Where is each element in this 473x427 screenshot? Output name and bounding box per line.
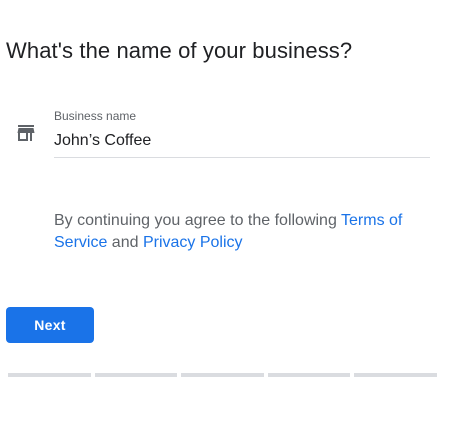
business-name-input[interactable] bbox=[54, 132, 424, 150]
next-button[interactable]: Next bbox=[6, 307, 94, 343]
business-name-field[interactable]: Business name bbox=[54, 106, 430, 158]
business-name-label: Business name bbox=[54, 109, 137, 123]
terms-prefix: By continuing you agree to the following bbox=[54, 212, 342, 229]
terms-notice: By continuing you agree to the following… bbox=[54, 210, 424, 254]
progress-segment bbox=[267, 373, 351, 377]
progress-segment bbox=[181, 373, 264, 377]
progress-segment bbox=[8, 373, 91, 377]
terms-connector: and bbox=[107, 234, 143, 251]
store-icon bbox=[17, 124, 37, 144]
progress-indicator bbox=[8, 373, 437, 377]
progress-segment bbox=[354, 373, 437, 377]
progress-segment bbox=[94, 373, 178, 377]
privacy-policy-link[interactable]: Privacy Policy bbox=[143, 234, 243, 251]
page-title: What's the name of your business? bbox=[6, 38, 353, 63]
